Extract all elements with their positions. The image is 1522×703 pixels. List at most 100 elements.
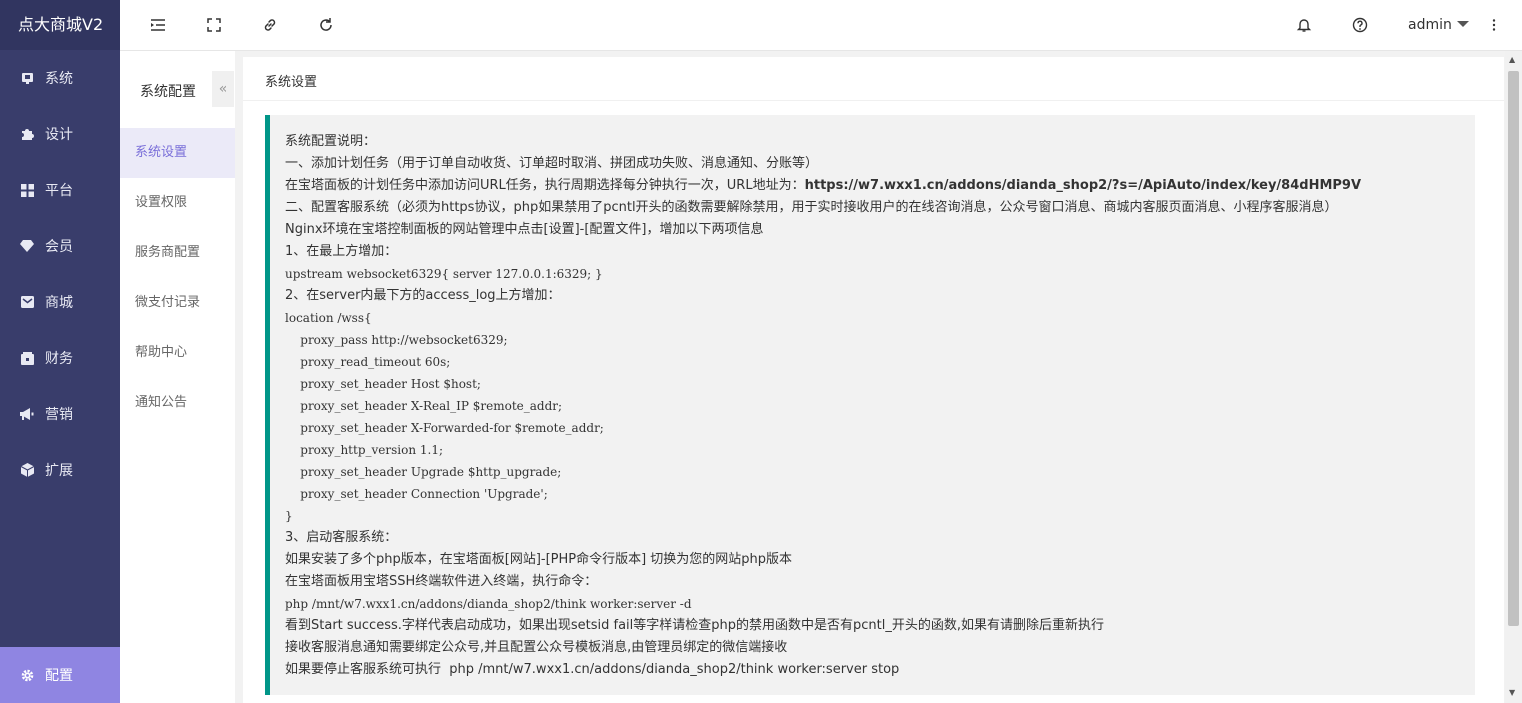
scrollbar[interactable]: ▲ ▼ <box>1505 51 1522 703</box>
link-icon[interactable] <box>262 17 278 33</box>
user-menu[interactable]: admin <box>1408 17 1469 33</box>
sidebar-item-label: 系统 <box>45 71 73 87</box>
instruction-text: 2、在server内最下方的access_log上方增加： <box>285 288 561 303</box>
sidebar-item-config[interactable]: 配置 <box>0 647 120 703</box>
instruction-text: 接收客服消息通知需要绑定公众号,并且配置公众号模板消息,由管理员绑定的微信端接收 <box>285 640 788 655</box>
instruction-line: } <box>285 505 1361 527</box>
submenu-item-service-provider[interactable]: 服务商配置 <box>120 228 235 278</box>
instruction-line: 系统配置说明： <box>285 131 1361 153</box>
config-instructions: 系统配置说明： 一、添加计划任务（用于订单自动收货、订单超时取消、拼团成功失败、消… <box>265 115 1475 695</box>
sidebar-item-label: 营销 <box>45 407 73 423</box>
submenu-item-help-center[interactable]: 帮助中心 <box>120 328 235 378</box>
instruction-line: upstream websocket6329{ server 127.0.0.1… <box>285 263 1361 285</box>
help-icon[interactable] <box>1352 17 1368 33</box>
sidebar-item-mall[interactable]: 商城 <box>0 274 120 330</box>
app-logo: 点大商城V2 <box>0 0 120 50</box>
instruction-text: location /wss{ <box>285 311 372 325</box>
instruction-text: proxy_pass http://websocket6329; <box>285 333 508 347</box>
user-name: admin <box>1408 17 1452 33</box>
sidebar-item-finance[interactable]: 财务 <box>0 330 120 386</box>
page-title: 系统设置 <box>265 75 318 90</box>
instruction-line: proxy_http_version 1.1; <box>285 439 1361 461</box>
cube-icon <box>20 463 34 477</box>
sidebar-item-extension[interactable]: 扩展 <box>0 442 120 498</box>
submenu-item-micropay-records[interactable]: 微支付记录 <box>120 278 235 328</box>
scroll-down-icon[interactable]: ▼ <box>1509 688 1515 697</box>
bell-icon[interactable] <box>1296 17 1312 33</box>
instruction-text: 系统配置说明： <box>285 134 377 149</box>
puzzle-icon <box>20 127 34 141</box>
instruction-line: 在宝塔面板的计划任务中添加访问URL任务，执行周期选择每分钟执行一次，URL地址… <box>285 175 1361 197</box>
instruction-line: 如果安装了多个php版本，在宝塔面板[网站]-[PHP命令行版本] 切换为您的网… <box>285 549 1361 571</box>
instruction-line: 在宝塔面板用宝塔SSH终端软件进入终端，执行命令： <box>285 571 1361 593</box>
sidebar-item-label: 商城 <box>45 295 73 311</box>
instruction-text: 一、添加计划任务（用于订单自动收货、订单超时取消、拼团成功失败、消息通知、分账等… <box>285 156 819 171</box>
sidebar-item-design[interactable]: 设计 <box>0 106 120 162</box>
cron-url: https://w7.wxx1.cn/addons/dianda_shop2/?… <box>804 178 1362 193</box>
instruction-line: 接收客服消息通知需要绑定公众号,并且配置公众号模板消息,由管理员绑定的微信端接收 <box>285 637 1361 659</box>
instruction-line: proxy_read_timeout 60s; <box>285 351 1361 373</box>
instruction-line: proxy_set_header X-Forwarded-for $remote… <box>285 417 1361 439</box>
instruction-text: proxy_set_header X-Forwarded-for $remote… <box>285 421 604 435</box>
instruction-text: 看到Start success.字样代表启动成功，如果出现setsid fail… <box>285 618 1105 633</box>
submenu-item-permissions[interactable]: 设置权限 <box>120 178 235 228</box>
grid-icon <box>20 183 34 197</box>
instruction-line: proxy_set_header Upgrade $http_upgrade; <box>285 461 1361 483</box>
monitor-icon <box>20 71 34 85</box>
submenu-item-announcements[interactable]: 通知公告 <box>120 378 235 428</box>
instruction-line: 如果要停止客服系统可执行 php /mnt/w7.wxx1.cn/addons/… <box>285 659 1361 681</box>
diamond-icon <box>20 239 34 253</box>
sidebar-item-label: 会员 <box>45 239 73 255</box>
menu-fold-icon[interactable] <box>150 17 166 33</box>
content-panel: 系统设置 系统配置说明： 一、添加计划任务（用于订单自动收货、订单超时取消、拼团成… <box>243 57 1504 703</box>
sub-sidebar: 系统配置 « 系统设置 设置权限 服务商配置 微支付记录 帮助中心 通知公告 <box>120 51 235 703</box>
instruction-text: proxy_set_header Upgrade $http_upgrade; <box>285 465 562 479</box>
refresh-icon[interactable] <box>318 17 334 33</box>
main-sidebar: 点大商城V2 系统 设计 平台 会员 商城 财务 营销 扩展 配置 <box>0 0 120 703</box>
sidebar-item-label: 扩展 <box>45 463 73 479</box>
instruction-line: 看到Start success.字样代表启动成功，如果出现setsid fail… <box>285 615 1361 637</box>
scroll-up-icon[interactable]: ▲ <box>1509 55 1515 64</box>
sidebar-item-platform[interactable]: 平台 <box>0 162 120 218</box>
instruction-text: 二、配置客服系统（必须为https协议，php如果禁用了pcntl开头的函数需要… <box>285 200 1338 215</box>
instruction-text: php /mnt/w7.wxx1.cn/addons/dianda_shop2/… <box>285 597 692 611</box>
submenu-item-system-settings[interactable]: 系统设置 <box>120 128 235 178</box>
sidebar-item-label: 配置 <box>45 668 73 684</box>
caret-down-icon <box>1456 21 1469 27</box>
divider <box>243 100 1504 101</box>
instruction-text: proxy_read_timeout 60s; <box>285 355 451 369</box>
sidebar-item-marketing[interactable]: 营销 <box>0 386 120 442</box>
instruction-line: Nginx环境在宝塔控制面板的网站管理中点击[设置]-[配置文件]，增加以下两项… <box>285 219 1361 241</box>
sidebar-item-member[interactable]: 会员 <box>0 218 120 274</box>
instruction-line: proxy_pass http://websocket6329; <box>285 329 1361 351</box>
instruction-text: 3、启动客服系统： <box>285 530 398 545</box>
double-chevron-left-icon: « <box>218 81 228 97</box>
megaphone-icon <box>20 407 34 421</box>
collapse-button[interactable]: « <box>212 71 234 107</box>
instruction-line: php /mnt/w7.wxx1.cn/addons/dianda_shop2/… <box>285 593 1361 615</box>
instruction-line: proxy_set_header Connection 'Upgrade'; <box>285 483 1361 505</box>
instruction-line: 1、在最上方增加： <box>285 241 1361 263</box>
sidebar-item-label: 平台 <box>45 183 73 199</box>
instruction-text: 1、在最上方增加： <box>285 244 398 259</box>
instruction-text: Nginx环境在宝塔控制面板的网站管理中点击[设置]-[配置文件]，增加以下两项… <box>285 222 764 237</box>
sidebar-item-label: 财务 <box>45 351 73 367</box>
instruction-text: proxy_set_header Connection 'Upgrade'; <box>285 487 548 501</box>
scrollbar-thumb[interactable] <box>1508 71 1519 626</box>
sidebar-item-system[interactable]: 系统 <box>0 50 120 106</box>
top-header: admin <box>120 0 1522 51</box>
instruction-text: 在宝塔面板用宝塔SSH终端软件进入终端，执行命令： <box>285 574 598 589</box>
wallet-icon <box>20 351 34 365</box>
instruction-text: proxy_http_version 1.1; <box>285 443 444 457</box>
instruction-text: 在宝塔面板的计划任务中添加访问URL任务，执行周期选择每分钟执行一次，URL地址… <box>285 178 805 193</box>
more-vertical-icon[interactable] <box>1486 17 1502 33</box>
submenu-title: 系统配置 <box>140 84 196 100</box>
instruction-line: 3、启动客服系统： <box>285 527 1361 549</box>
fullscreen-icon[interactable] <box>206 17 222 33</box>
instruction-line: proxy_set_header X-Real_IP $remote_addr; <box>285 395 1361 417</box>
mail-icon <box>20 295 34 309</box>
instruction-line: proxy_set_header Host $host; <box>285 373 1361 395</box>
instruction-text: 如果要停止客服系统可执行 php /mnt/w7.wxx1.cn/addons/… <box>285 662 900 677</box>
instruction-text: proxy_set_header Host $host; <box>285 377 481 391</box>
gear-icon <box>20 668 34 682</box>
